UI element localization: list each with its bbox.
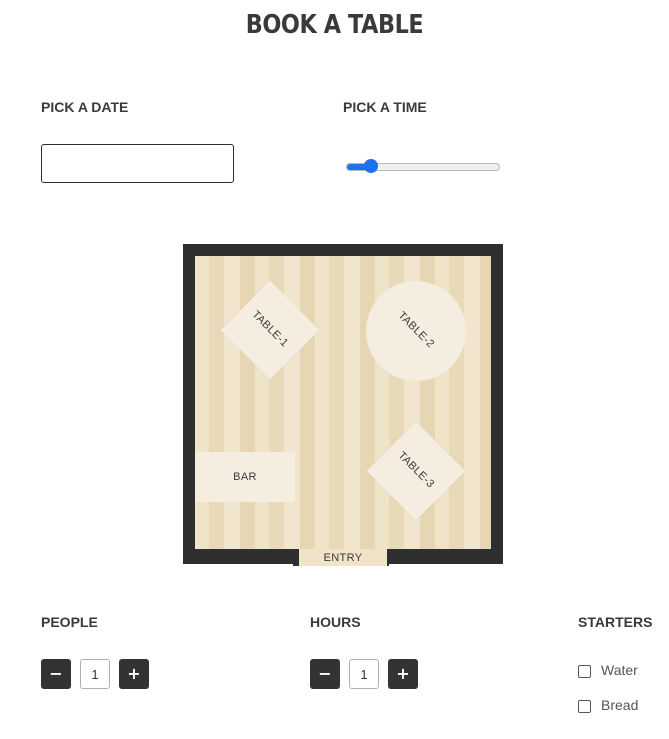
bread-label[interactable]: Bread	[601, 697, 638, 713]
bar-label: BAR	[233, 471, 257, 483]
hours-value[interactable]: 1	[349, 659, 379, 689]
floor-plan: TABLE-1 TABLE-2 TABLE-3 BAR ENTRY	[183, 244, 503, 566]
starters-label: STARTERS	[578, 614, 653, 630]
starter-option-bread[interactable]: Bread	[578, 697, 638, 713]
hours-label: HOURS	[310, 614, 361, 630]
time-slider[interactable]	[346, 158, 500, 176]
hours-decrement-button[interactable]: −	[310, 659, 340, 689]
entry-label: ENTRY	[323, 551, 363, 564]
time-slider-thumb[interactable]	[364, 159, 378, 173]
starter-option-water[interactable]: Water	[578, 662, 638, 678]
people-decrement-button[interactable]: −	[41, 659, 71, 689]
page-title: BOOK A TABLE	[245, 10, 424, 40]
bread-checkbox[interactable]	[578, 700, 591, 713]
people-increment-button[interactable]: +	[119, 659, 149, 689]
hours-stepper: − 1 +	[310, 659, 418, 689]
entry: ENTRY	[299, 549, 387, 566]
water-checkbox[interactable]	[578, 665, 591, 678]
people-value[interactable]: 1	[80, 659, 110, 689]
date-label: PICK A DATE	[41, 99, 129, 115]
hours-increment-button[interactable]: +	[388, 659, 418, 689]
water-label[interactable]: Water	[601, 662, 638, 678]
date-input[interactable]	[41, 144, 234, 183]
time-label: PICK A TIME	[343, 99, 427, 115]
people-label: PEOPLE	[41, 614, 98, 630]
bar-counter: BAR	[195, 452, 295, 502]
people-stepper: − 1 +	[41, 659, 149, 689]
